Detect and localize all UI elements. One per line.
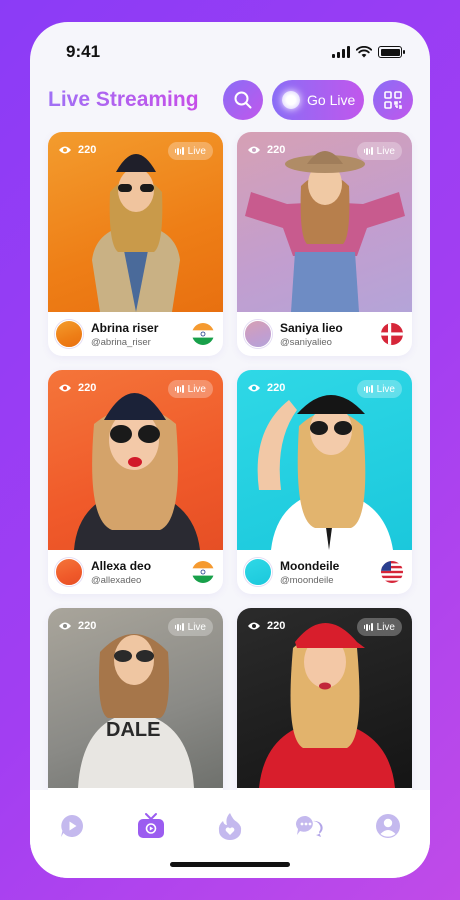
stream-photo: 220 Live [237, 370, 412, 550]
svg-text:DALE: DALE [106, 719, 160, 741]
streamer-name: Allexa deo [91, 559, 152, 573]
streamer-info: Abrina riser @abrina_riser [48, 312, 223, 356]
stream-card[interactable]: 220 Live Abrina riser @abrina_riser [48, 132, 223, 356]
phone-screen: 9:41 Live Streaming Go Live 220 Live Abr… [30, 22, 430, 878]
qr-scan-button[interactable] [373, 80, 413, 120]
stream-card[interactable]: 220 Live Allexa deo @allexadeo [48, 370, 223, 594]
viewer-count: 220 [247, 144, 285, 156]
search-button[interactable] [223, 80, 263, 120]
eye-icon [248, 146, 260, 154]
live-badge: Live [356, 142, 402, 160]
stream-photo: 220 Live [237, 132, 412, 312]
header: Live Streaming Go Live [30, 80, 430, 120]
streamer-name: Saniya lieo [280, 321, 343, 335]
tab-favorites[interactable] [216, 812, 244, 840]
signal-icon [332, 46, 350, 58]
stream-card[interactable]: 220 Live Saniya lieo @saniyalieo [237, 132, 412, 356]
sound-wave-icon [174, 147, 184, 155]
avatar[interactable] [55, 320, 83, 348]
stream-photo: 220 Live [48, 370, 223, 550]
chats-icon [295, 815, 323, 837]
tab-play-chat[interactable] [58, 812, 86, 840]
eye-icon [59, 146, 71, 154]
sound-wave-icon [363, 623, 373, 631]
play-chat-icon [61, 815, 83, 837]
live-badge: Live [356, 618, 402, 636]
eye-icon [248, 384, 260, 392]
sound-wave-icon [174, 385, 184, 393]
live-badge: Live [356, 380, 402, 398]
page-title: Live Streaming [48, 88, 199, 111]
usa-flag-icon [381, 561, 403, 583]
india-flag-icon [192, 323, 214, 345]
streamer-info: Allexa deo @allexadeo [48, 550, 223, 594]
sound-wave-icon [363, 385, 373, 393]
viewer-count: 220 [58, 144, 96, 156]
go-live-label: Go Live [307, 92, 356, 108]
wifi-icon [356, 46, 372, 58]
viewer-count: 220 [247, 620, 285, 632]
status-bar: 9:41 [30, 22, 430, 82]
streamer-info: Moondeile @moondeile [237, 550, 412, 594]
live-dot-icon [282, 91, 300, 109]
status-time: 9:41 [66, 42, 101, 61]
live-tv-icon [138, 813, 164, 838]
streamer-name: Abrina riser [91, 321, 159, 335]
streamer-handle: @saniyalieo [280, 337, 332, 348]
denmark-flag-icon [381, 323, 403, 345]
live-badge: Live [167, 380, 213, 398]
streamer-handle: @abrina_riser [91, 337, 151, 348]
stream-card[interactable]: 220 Live [237, 608, 412, 790]
go-live-button[interactable]: Go Live [272, 80, 364, 120]
stream-card[interactable]: 220 Live Moondeile @moondeile [237, 370, 412, 594]
fire-heart-icon [218, 813, 242, 840]
stream-grid: 220 Live Abrina riser @abrina_riser 220 … [30, 132, 430, 790]
eye-icon [248, 622, 260, 630]
status-icons [332, 46, 405, 58]
profile-icon [376, 814, 400, 838]
sound-wave-icon [174, 623, 184, 631]
bottom-tab-bar [30, 790, 430, 878]
avatar[interactable] [55, 558, 83, 586]
viewer-count: 220 [58, 382, 96, 394]
stream-photo: DALE 220 Live [48, 608, 223, 788]
stream-photo: 220 Live [48, 132, 223, 312]
tab-chats[interactable] [295, 812, 323, 840]
live-badge: Live [167, 618, 213, 636]
streamer-name: Moondeile [280, 559, 340, 573]
home-indicator [170, 862, 290, 867]
eye-icon [59, 622, 71, 630]
sound-wave-icon [363, 147, 373, 155]
tab-live-tv[interactable] [137, 812, 165, 840]
search-icon [234, 91, 252, 109]
live-badge: Live [167, 142, 213, 160]
stream-photo: 220 Live [237, 608, 412, 788]
streamer-handle: @moondeile [280, 575, 334, 586]
viewer-count: 220 [58, 620, 96, 632]
avatar[interactable] [244, 320, 272, 348]
battery-icon [378, 46, 405, 58]
viewer-count: 220 [247, 382, 285, 394]
streamer-info: Saniya lieo @saniyalieo [237, 312, 412, 356]
qr-code-icon [384, 91, 402, 109]
tab-profile[interactable] [374, 812, 402, 840]
stream-card[interactable]: DALE 220 Live [48, 608, 223, 790]
india-flag-icon [192, 561, 214, 583]
avatar[interactable] [244, 558, 272, 586]
streamer-handle: @allexadeo [91, 575, 142, 586]
eye-icon [59, 384, 71, 392]
